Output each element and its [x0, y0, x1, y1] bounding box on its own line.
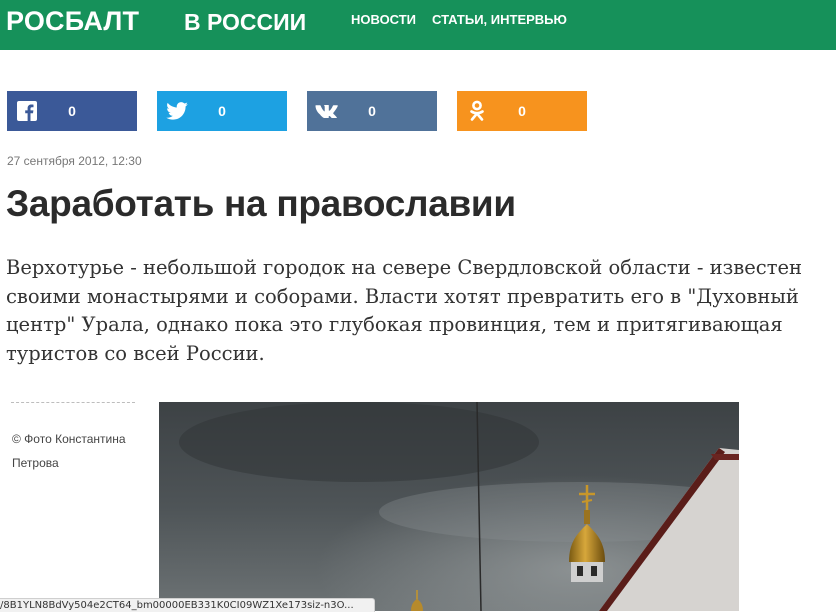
caption-divider [11, 402, 135, 403]
odnoklassniki-share-count: 0 [518, 103, 526, 119]
photo-credit: © Фото Константина Петрова [12, 432, 126, 470]
twitter-share-button[interactable]: 0 [157, 91, 287, 131]
twitter-share-count: 0 [218, 103, 226, 119]
article-title: Заработать на православии [6, 183, 516, 224]
facebook-icon [7, 91, 47, 131]
article-photo [159, 402, 739, 611]
odnoklassniki-share-button[interactable]: 0 [457, 91, 587, 131]
nav-item-articles[interactable]: СТАТЬИ, ИНТЕРВЬЮ [432, 12, 567, 28]
twitter-icon [157, 91, 197, 131]
nav-item-news[interactable]: НОВОСТИ [351, 12, 416, 28]
top-navigation-bar: РОСБАЛТ В РОССИИ НОВОСТИ СТАТЬИ, ИНТЕРВЬ… [0, 0, 836, 50]
browser-status-bar: /8B1YLN8BdVy504e2CT64_bm00000EB331K0CI09… [0, 598, 375, 612]
section-title[interactable]: В РОССИИ [184, 6, 306, 38]
facebook-share-button[interactable]: 0 [7, 91, 137, 131]
article-date: 27 сентября 2012, 12:30 [7, 154, 142, 168]
vk-icon [307, 91, 347, 131]
facebook-share-count: 0 [68, 103, 76, 119]
vk-share-count: 0 [368, 103, 376, 119]
site-logo[interactable]: РОСБАЛТ [6, 5, 139, 37]
odnoklassniki-icon [457, 91, 497, 131]
article-lead: Верхотурье - небольшой городок на севере… [6, 256, 803, 365]
vk-share-button[interactable]: 0 [307, 91, 437, 131]
